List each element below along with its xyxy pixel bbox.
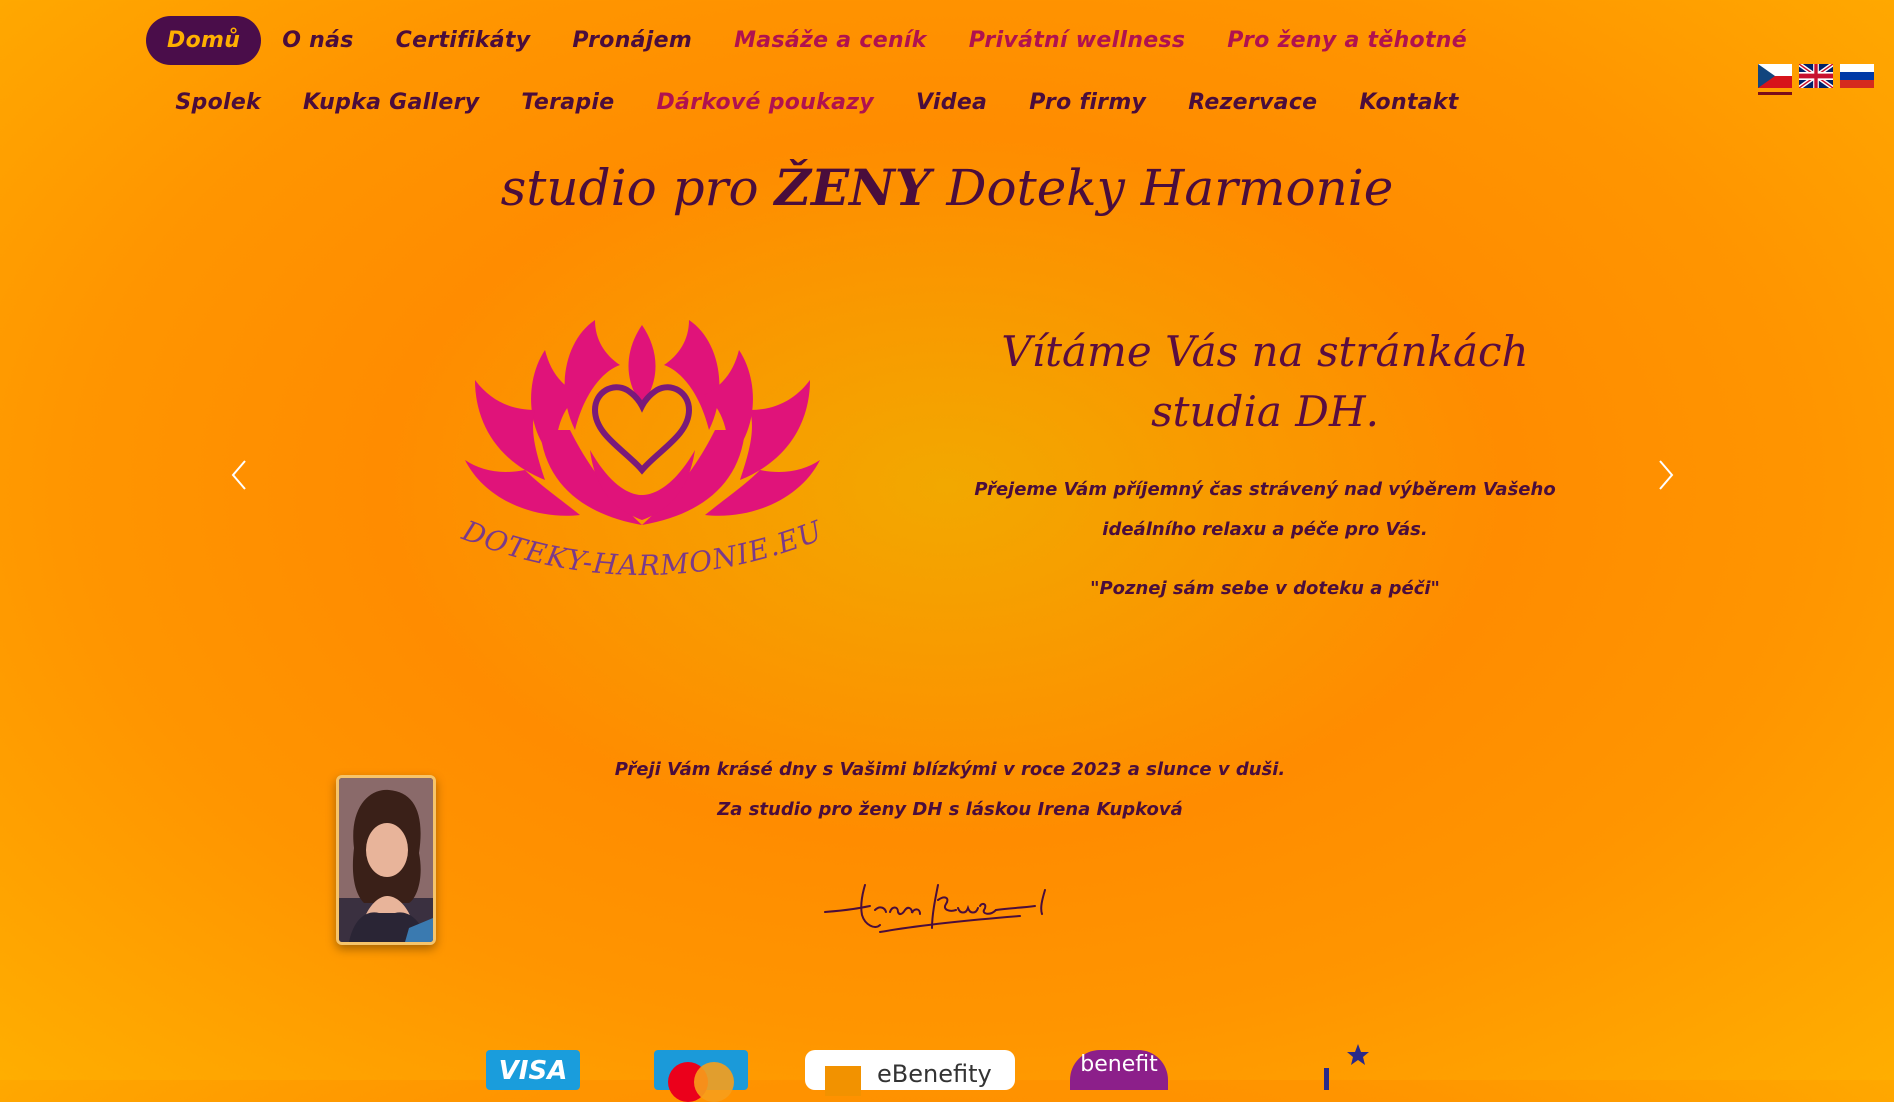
- title-part1: studio pro: [500, 159, 775, 217]
- svg-text:DOTEKY-HARMONIE.EU: DOTEKY-HARMONIE.EU: [457, 514, 828, 583]
- title-part2: Doteky Harmonie: [930, 159, 1394, 217]
- ebenefity-logo: eBenefity: [805, 1050, 1015, 1096]
- handwritten-signature: [824, 884, 1046, 933]
- greeting-text: Přeji Vám krásé dny s Vašimi blízkými v …: [500, 750, 1400, 830]
- nav-item-kontakt[interactable]: Kontakt: [1338, 78, 1479, 127]
- nav-item-certifikaty[interactable]: Certifikáty: [375, 16, 552, 65]
- nav-item-spolek[interactable]: Spolek: [154, 78, 282, 127]
- nav-item-pronajem[interactable]: Pronájem: [551, 16, 713, 65]
- ru-flag-icon: [1840, 64, 1874, 88]
- nav-item-masaze-a-cenik[interactable]: Masáže a ceník: [713, 16, 948, 65]
- motto-text: "Poznej sám sebe v doteku a péči": [1090, 578, 1440, 599]
- wish-text: Přejeme Vám příjemný čas strávený nad vý…: [960, 470, 1570, 550]
- greeting-line2: Za studio pro ženy DH s láskou Irena Kup…: [717, 799, 1183, 820]
- carousel-next-chevron-icon[interactable]: [1650, 455, 1680, 495]
- nav-row-primary: Domů O nás Certifikáty Pronájem Masáže a cen…: [0, 16, 1764, 65]
- nav-item-rezervace[interactable]: Rezervace: [1167, 78, 1338, 127]
- ebenefity-label: eBenefity: [877, 1060, 992, 1088]
- greeting-line1: Přeji Vám krásé dny s Vašimi blízkými v …: [614, 759, 1286, 780]
- nav-item-kupka-gallery[interactable]: Kupka Gallery: [282, 78, 500, 127]
- nav-item-privatni-wellness[interactable]: Privátní wellness: [948, 16, 1207, 65]
- wish-line1: Přejeme Vám příjemný čas strávený nad vý…: [974, 479, 1556, 500]
- benefit-logo: benefit: [1070, 1050, 1168, 1090]
- language-cz[interactable]: [1758, 64, 1792, 95]
- cz-flag-icon: [1758, 64, 1792, 88]
- nav-row-secondary: Spolek Kupka Gallery Terapie Dárkové poukaz…: [0, 78, 1764, 127]
- welcome-line2: studia DH.: [1151, 387, 1379, 436]
- portrait-image: [339, 778, 433, 942]
- lotus-heart-logo: DOTEKY-HARMONIE.EU: [457, 320, 828, 583]
- nav-item-terapie[interactable]: Terapie: [500, 78, 635, 127]
- mastercard-logo: [654, 1050, 748, 1102]
- language-switcher: [1758, 61, 1874, 95]
- star-partner-logo-icon: [1324, 1044, 1369, 1090]
- welcome-line1: Vítáme Vás na stránkách: [1001, 327, 1529, 376]
- carousel-prev-chevron-icon[interactable]: [225, 455, 255, 495]
- gb-flag-icon: [1798, 61, 1834, 91]
- wish-line2: ideálního relaxu a péče pro Vás.: [1102, 519, 1428, 540]
- nav-item-o-nas[interactable]: O nás: [261, 16, 374, 65]
- title-bold: ŽENY: [774, 158, 931, 217]
- logo-text: DOTEKY-HARMONIE.EU: [457, 514, 827, 583]
- nav-item-pro-zeny-a-tehotne[interactable]: Pro ženy a těhotné: [1206, 16, 1488, 65]
- owner-portrait: [336, 775, 436, 945]
- welcome-heading: Vítáme Vás na stránkách studia DH.: [960, 322, 1570, 442]
- site-title: studio pro ŽENY Doteky Harmonie: [0, 158, 1894, 217]
- language-en[interactable]: [1798, 61, 1834, 95]
- visa-logo: VISA: [486, 1050, 580, 1090]
- language-ru[interactable]: [1840, 64, 1874, 95]
- nav-item-videa[interactable]: Videa: [895, 78, 1008, 127]
- nav-item-pro-firmy[interactable]: Pro firmy: [1008, 78, 1167, 127]
- nav-item-darkove-poukazy[interactable]: Dárkové poukazy: [635, 78, 895, 127]
- nav-item-domu[interactable]: Domů: [146, 16, 262, 65]
